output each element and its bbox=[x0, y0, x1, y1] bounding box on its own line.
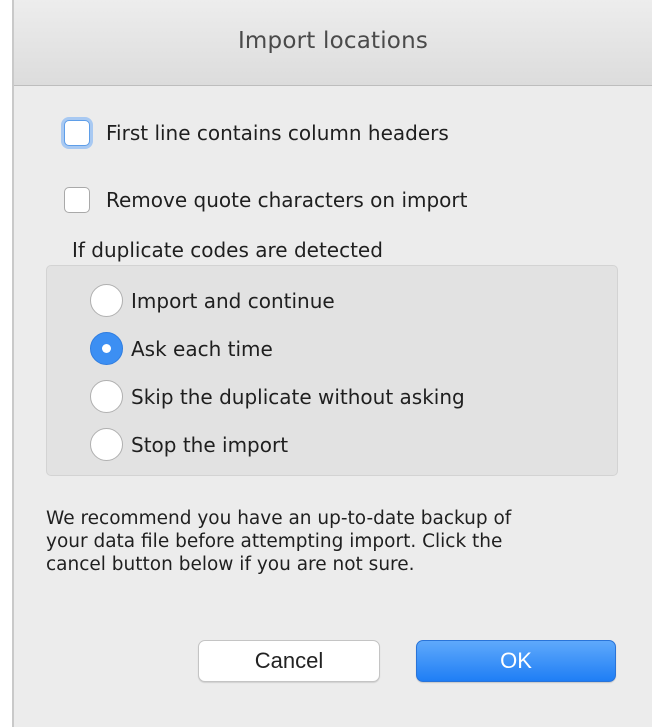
radio-ask-each-time[interactable]: Ask each time bbox=[90, 332, 273, 365]
duplicate-codes-group-title: If duplicate codes are detected bbox=[72, 238, 383, 262]
radio-button-import-and-continue[interactable] bbox=[90, 284, 123, 317]
duplicate-codes-group: Import and continue Ask each time Skip t… bbox=[46, 265, 618, 476]
radio-button-ask-each-time[interactable] bbox=[90, 332, 123, 365]
radio-label: Import and continue bbox=[131, 288, 335, 313]
remove-quotes-option[interactable]: Remove quote characters on import bbox=[64, 187, 467, 213]
backup-warning-message: We recommend you have an up-to-date back… bbox=[46, 507, 646, 576]
first-line-headers-option[interactable]: First line contains column headers bbox=[64, 120, 449, 146]
radio-skip-duplicate[interactable]: Skip the duplicate without asking bbox=[90, 380, 465, 413]
ok-button[interactable]: OK bbox=[416, 640, 616, 682]
remove-quotes-checkbox[interactable] bbox=[64, 187, 90, 213]
message-line: cancel button below if you are not sure. bbox=[46, 554, 415, 575]
message-line: your data file before attempting import.… bbox=[46, 531, 503, 552]
dialog-title: Import locations bbox=[237, 28, 429, 54]
import-locations-dialog: Import locations First line contains col… bbox=[12, 0, 652, 727]
radio-label: Ask each time bbox=[131, 336, 273, 361]
radio-stop-import[interactable]: Stop the import bbox=[90, 428, 288, 461]
dialog-titlebar[interactable]: Import locations bbox=[14, 0, 652, 86]
first-line-headers-label: First line contains column headers bbox=[106, 121, 449, 145]
message-line: We recommend you have an up-to-date back… bbox=[46, 508, 512, 529]
radio-import-and-continue[interactable]: Import and continue bbox=[90, 284, 335, 317]
radio-label: Stop the import bbox=[131, 432, 289, 457]
cancel-button[interactable]: Cancel bbox=[198, 640, 380, 682]
radio-button-stop-import[interactable] bbox=[90, 428, 123, 461]
first-line-headers-checkbox[interactable] bbox=[64, 120, 90, 146]
remove-quotes-label: Remove quote characters on import bbox=[106, 188, 468, 212]
radio-label: Skip the duplicate without asking bbox=[131, 384, 465, 409]
radio-button-skip-duplicate[interactable] bbox=[90, 380, 123, 413]
